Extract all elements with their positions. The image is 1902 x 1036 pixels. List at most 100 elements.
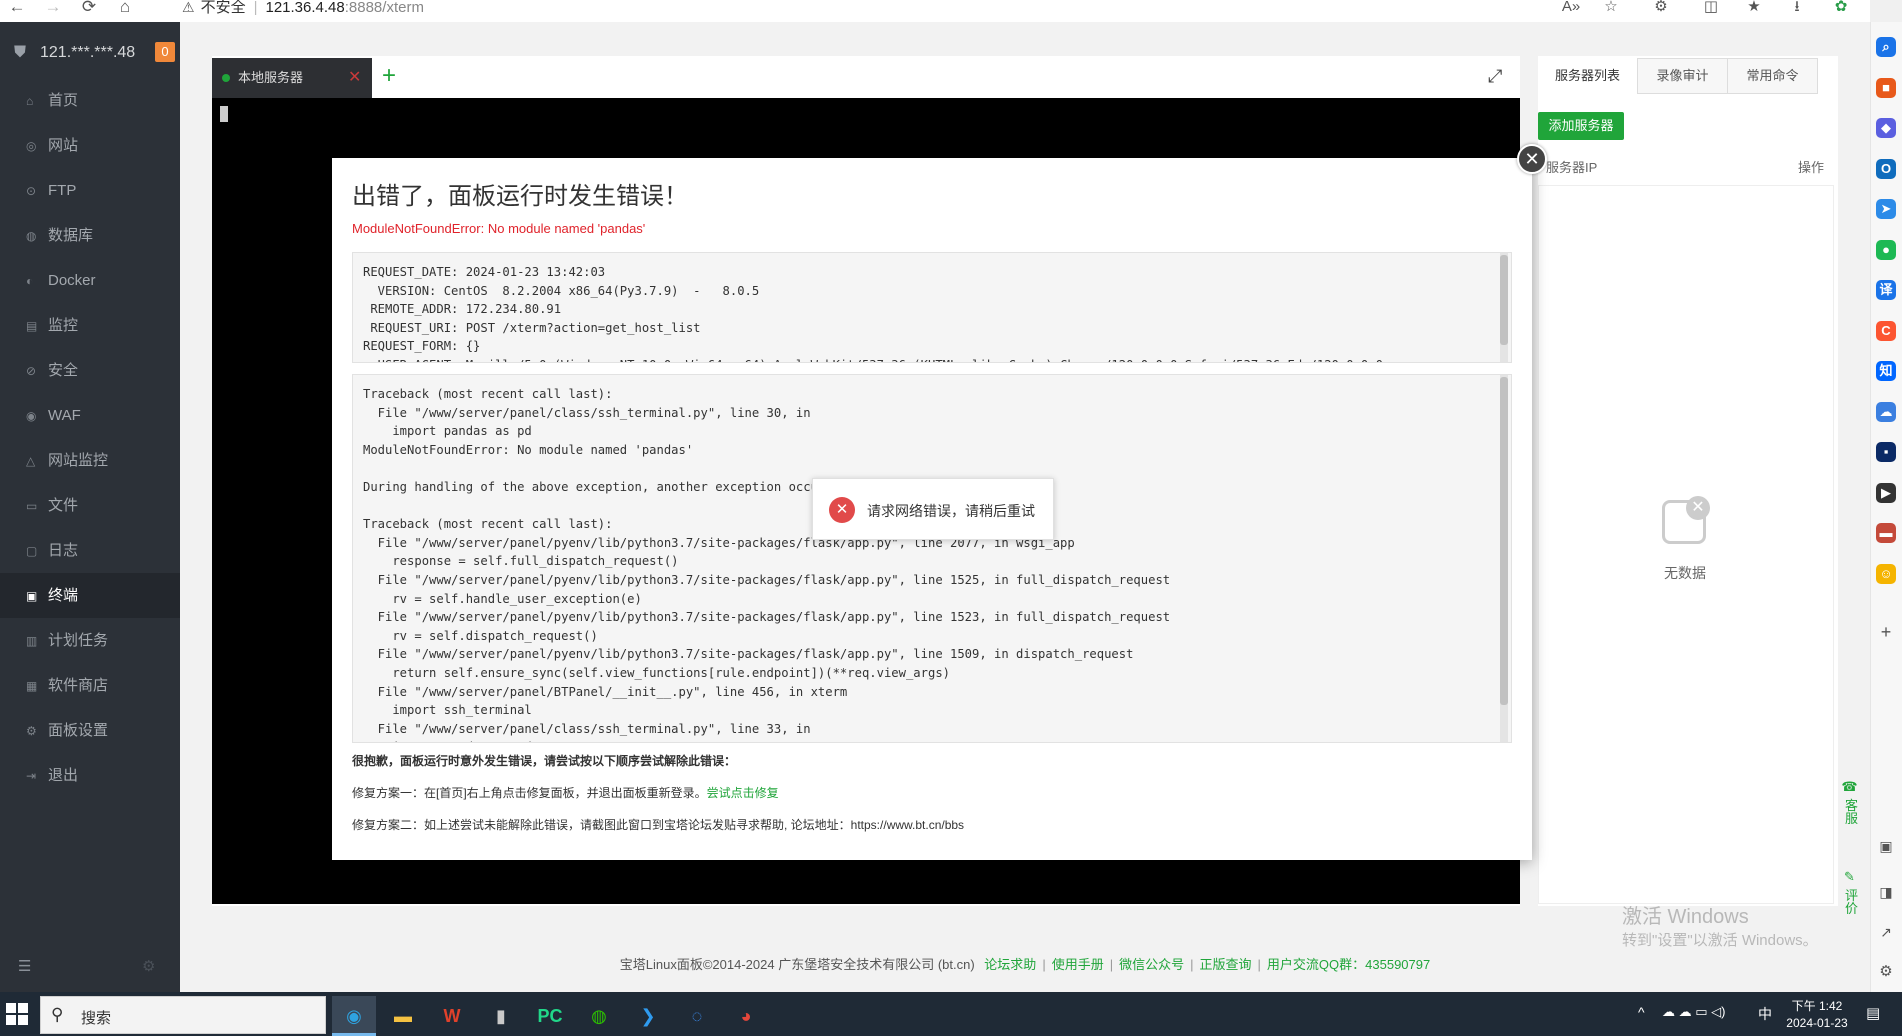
sidebar-item-10[interactable]: ▢ 日志 [0, 528, 180, 573]
external-link-icon[interactable]: ↗ [1878, 924, 1894, 941]
edit-icon: ✎ [1843, 870, 1858, 885]
sidebar-item-2[interactable]: ⊙ FTP [0, 168, 180, 213]
csdn-icon[interactable]: C [1876, 320, 1896, 341]
tray-expand-icon[interactable]: ^ [1638, 1004, 1645, 1020]
sidebar-item-6[interactable]: ⊘ 安全 [0, 348, 180, 393]
tab-server-list[interactable]: 服务器列表 [1538, 58, 1638, 94]
windows-activation-watermark: 激活 Windows 转到"设置"以激活 Windows。 [1622, 906, 1818, 949]
split-screen-icon[interactable]: ◫ [1700, 0, 1722, 18]
security-label[interactable]: 不安全 [201, 0, 246, 16]
sidebar-item-4[interactable]: ◐ Docker [0, 258, 180, 303]
games-icon[interactable]: ◆ [1876, 118, 1896, 138]
wps-app-icon[interactable]: W [430, 996, 474, 1036]
footer-link-forum[interactable]: 论坛求助 [984, 957, 1036, 972]
taskbar-search[interactable]: ⚲ 搜索 [40, 996, 326, 1034]
chat-app-icon[interactable]: ◌ [675, 996, 719, 1036]
tab-recording-audit[interactable]: 录像审计 [1638, 58, 1728, 94]
send-icon[interactable]: ➤ [1876, 199, 1896, 219]
notification-icon[interactable]: ▤ [1866, 1004, 1880, 1022]
menu-icon: △ [26, 454, 36, 468]
vscode-app-icon[interactable]: ❯ [626, 996, 670, 1036]
file-explorer-app-icon[interactable]: ▬ [381, 996, 425, 1036]
customer-service-widget[interactable]: ☎ 客服 [1838, 780, 1860, 825]
rate-widget[interactable]: ✎ 评价 [1838, 870, 1860, 915]
traceback-box[interactable]: Traceback (most recent call last): File … [352, 374, 1512, 743]
try-repair-link[interactable]: 尝试点击修复 [707, 786, 779, 800]
close-dialog-icon[interactable]: ✕ [1517, 144, 1547, 174]
extensions-icon[interactable]: ⚙ [1650, 0, 1672, 18]
add-server-button[interactable]: 添加服务器 [1538, 112, 1624, 140]
ime-indicator[interactable]: 中 [1758, 1004, 1772, 1024]
address-bar[interactable]: ⚠ 不安全 | 121.36.4.48:8888/xterm [182, 0, 1522, 20]
windows-start-icon[interactable] [6, 1003, 28, 1025]
sidebar-item-15[interactable]: ⇥ 退出 [0, 753, 180, 798]
sidebar-settings-icon[interactable]: ⚙ [1878, 962, 1894, 980]
tab-common-commands[interactable]: 常用命令 [1728, 58, 1818, 94]
toolbox-icon[interactable]: ■ [1876, 77, 1896, 98]
tab-local-server[interactable]: 本地服务器 ✕ [212, 58, 372, 98]
zhihu-icon[interactable]: 知 [1876, 361, 1896, 381]
outlook-icon[interactable]: O [1876, 158, 1896, 179]
sidebar-item-11[interactable]: ▣ 终端 [0, 573, 180, 618]
favorite-icon[interactable]: ☆ [1600, 0, 1622, 18]
collapse-menu-icon[interactable]: ☰ [18, 957, 31, 975]
swift-app-icon[interactable]: ◕ [724, 996, 768, 1036]
sidebar-item-3[interactable]: ◍ 数据库 [0, 213, 180, 258]
sidebar-item-5[interactable]: ▤ 监控 [0, 303, 180, 348]
menu-icon: ▭ [26, 499, 38, 513]
spotify-icon[interactable]: ● [1876, 239, 1896, 260]
back-icon[interactable]: ← [6, 0, 28, 18]
wechat-app-icon[interactable]: ◍ [577, 996, 621, 1036]
collections-icon[interactable]: ★ [1743, 0, 1765, 18]
search-icon[interactable]: ⌕ [1876, 37, 1896, 57]
menu-icon: ◍ [26, 229, 37, 243]
menu-icon: ▥ [26, 634, 38, 648]
fullscreen-icon[interactable]: ⤢ [1488, 66, 1502, 87]
sidebar-item-13[interactable]: ▦ 软件商店 [0, 663, 180, 708]
sidebar-item-7[interactable]: ◉ WAF [0, 393, 180, 438]
taskbar-clock[interactable]: 下午 1:42 2024-01-23 [1782, 998, 1852, 1032]
footer-link-qq-group[interactable]: 用户交流QQ群：435590797 [1267, 957, 1430, 972]
close-tab-icon[interactable]: ✕ [348, 58, 361, 98]
empty-x-icon: ✕ [1686, 496, 1710, 520]
translate-icon[interactable]: 译 [1876, 280, 1896, 300]
request-info-box[interactable]: REQUEST_DATE: 2024-01-23 13:42:03 VERSIO… [352, 252, 1512, 363]
reload-icon[interactable]: ⟳ [78, 0, 100, 18]
forward-icon[interactable]: → [42, 0, 64, 18]
screenshot-icon[interactable]: ▣ [1878, 838, 1894, 855]
server-header: ⛊ 121.***.***.48 0 [0, 22, 180, 84]
sidebar-item-12[interactable]: ▥ 计划任务 [0, 618, 180, 663]
add-terminal-icon[interactable]: + [382, 64, 396, 88]
message-badge[interactable]: 0 [155, 42, 175, 62]
add-sidebar-app-icon[interactable]: + [1878, 622, 1894, 643]
play-icon[interactable]: ▶ [1876, 482, 1896, 503]
read-aloud-icon[interactable]: A» [1560, 0, 1582, 18]
sidebar-item-9[interactable]: ▭ 文件 [0, 483, 180, 528]
traceback-scrollbar-thumb[interactable] [1500, 377, 1508, 705]
tray-icons[interactable]: ☁ ☁ ▭ ◁) [1662, 1004, 1725, 1020]
pycharm-app-icon[interactable]: PC [528, 996, 572, 1036]
request-scrollbar-thumb[interactable] [1500, 255, 1508, 345]
edge-app-icon[interactable]: ◉ [332, 996, 376, 1036]
sidebar-item-label: 日志 [48, 542, 79, 559]
footer-link-license[interactable]: 正版查询 [1200, 957, 1252, 972]
footer-link-manual[interactable]: 使用手册 [1052, 957, 1104, 972]
server-ip[interactable]: 121.***.***.48 [40, 44, 135, 62]
user-icon[interactable]: ☺ [1876, 563, 1896, 584]
footer-link-wechat[interactable]: 微信公众号 [1119, 957, 1184, 972]
panel-icon[interactable]: ◨ [1878, 884, 1894, 901]
sidebar-item-8[interactable]: △ 网站监控 [0, 438, 180, 483]
rate-label: 评价 [1843, 888, 1858, 915]
sidebar-settings-icon[interactable]: ⚙ [142, 957, 155, 975]
home-icon[interactable]: ⌂ [114, 0, 136, 18]
page-footer: 宝塔Linux面板©2014-2024 广东堡塔安全技术有限公司 (bt.cn)… [619, 957, 1431, 972]
sidebar-item-14[interactable]: ⚙ 面板设置 [0, 708, 180, 753]
news-icon[interactable]: ▬ [1876, 523, 1896, 543]
copilot-icon[interactable]: ✿ [1830, 0, 1852, 18]
downloads-icon[interactable]: ⭳ [1786, 0, 1808, 18]
sidebar-item-0[interactable]: ⌂ 首页 [0, 78, 180, 123]
sidebar-item-1[interactable]: ◎ 网站 [0, 123, 180, 168]
database-app-icon[interactable]: ▮ [479, 996, 523, 1036]
app-icon[interactable]: ▪ [1876, 442, 1896, 462]
cloud-icon[interactable]: ☁ [1876, 401, 1896, 422]
